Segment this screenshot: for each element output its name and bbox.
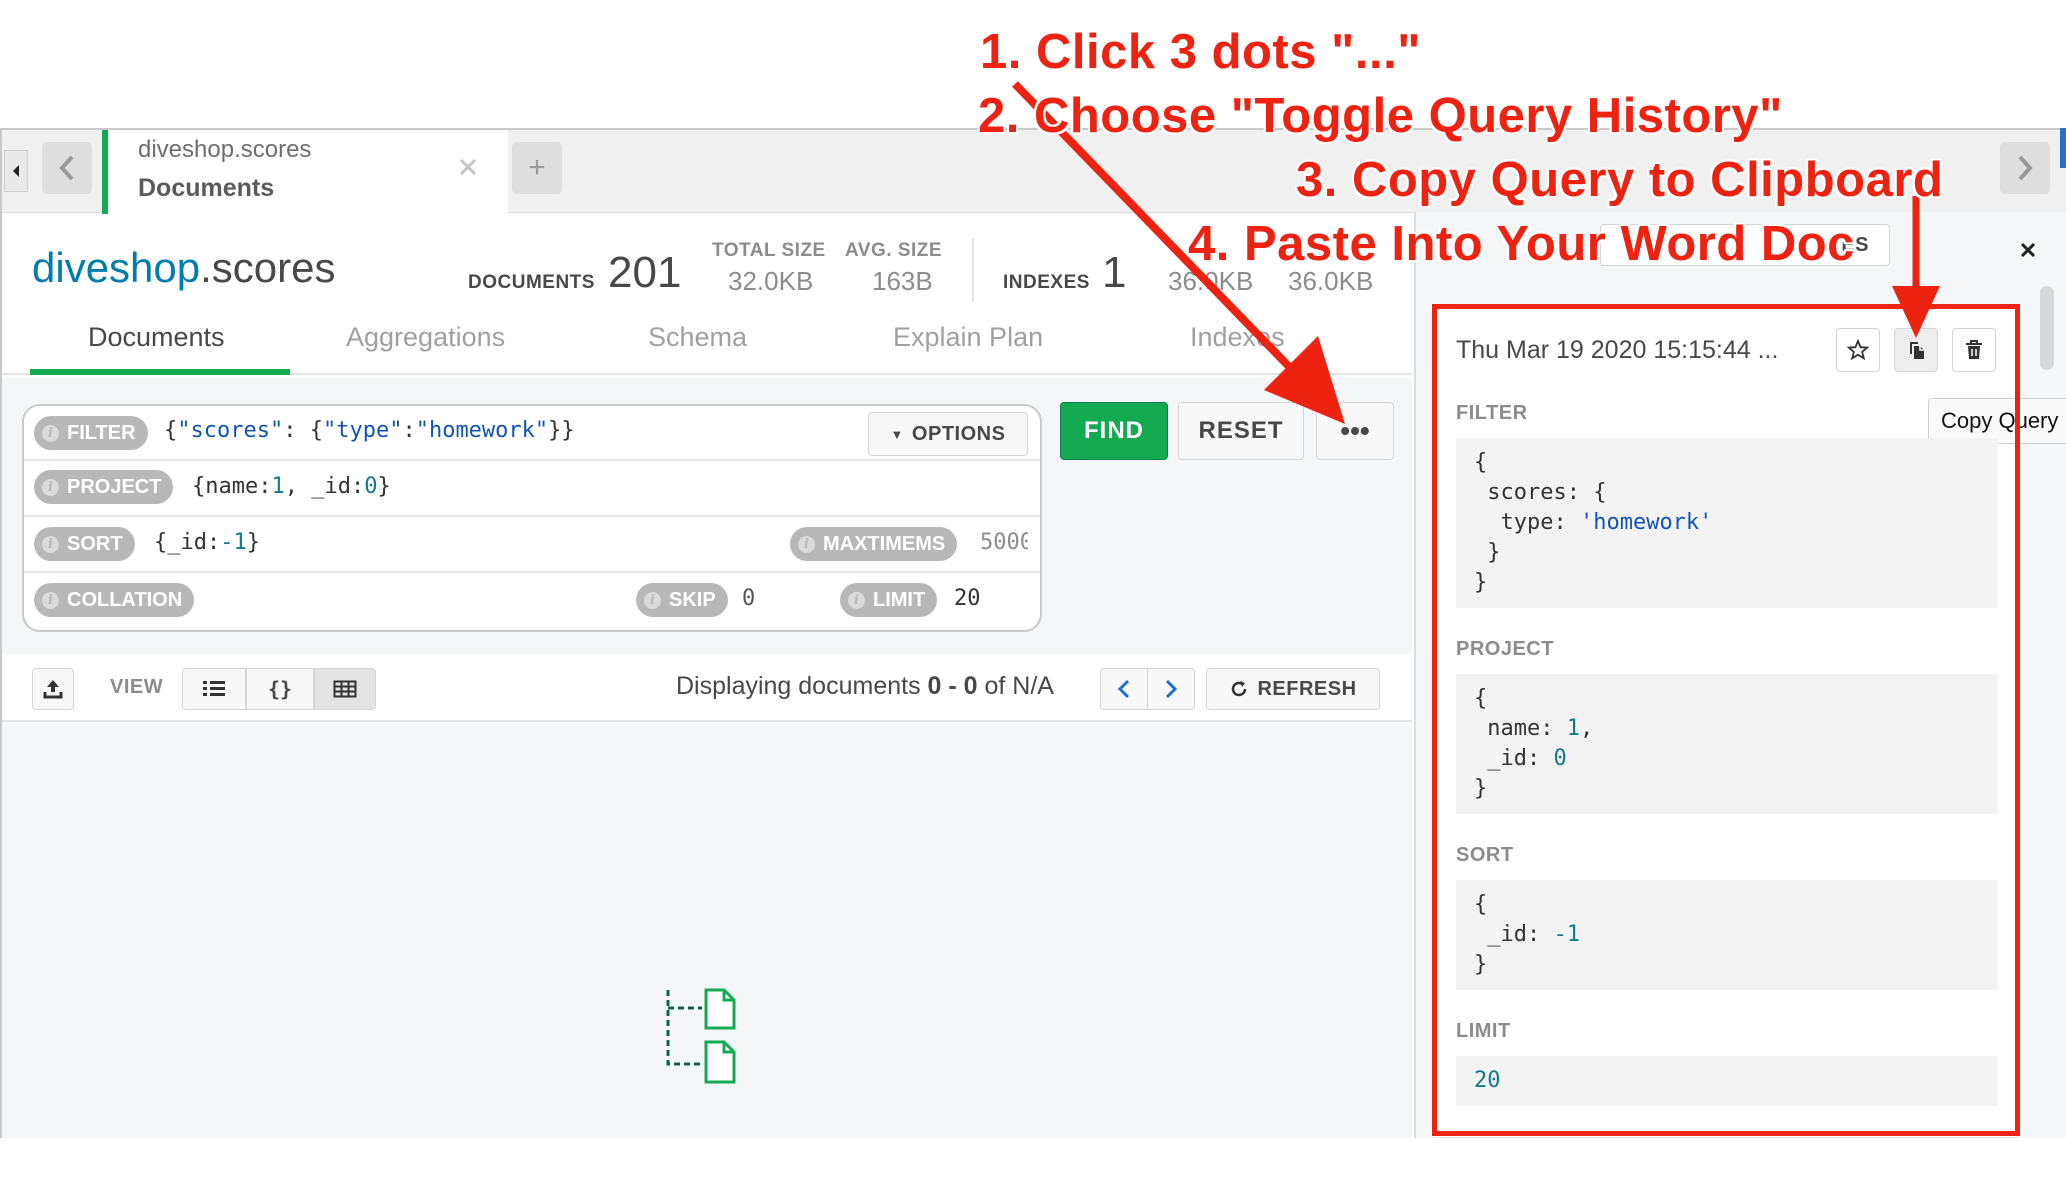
- annotation-step-1: 1. Click 3 dots "...": [980, 25, 1421, 79]
- annotation-step-2: 2. Choose "Toggle Query History": [978, 89, 1783, 143]
- annotation-arrowhead: [1892, 286, 1940, 338]
- annotation-step-3: 3. Copy Query to Clipboard: [1296, 153, 1944, 207]
- annotation-step-4: 4. Paste Into Your Word Doc: [1188, 217, 1855, 271]
